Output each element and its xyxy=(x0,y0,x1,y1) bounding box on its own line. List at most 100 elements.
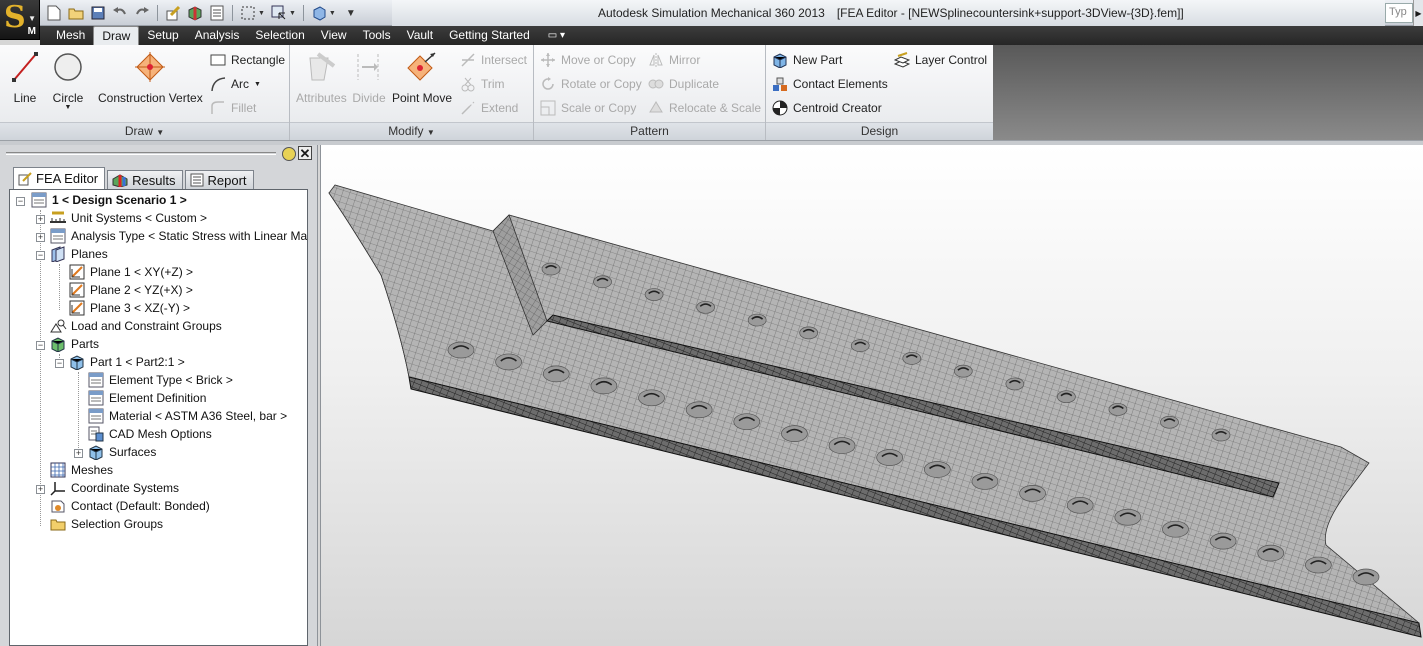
undo-icon[interactable] xyxy=(110,3,130,23)
scale-or-copy-button[interactable]: Scale or Copy xyxy=(540,99,636,117)
move-or-copy-label: Move or Copy xyxy=(561,53,636,67)
list-icon[interactable] xyxy=(207,3,227,23)
new-part-button[interactable]: New Part xyxy=(772,51,842,69)
expand-toggle[interactable]: + xyxy=(36,233,45,242)
tree-item-plane-3[interactable]: Plane 3 < XZ(-Y) > xyxy=(68,299,190,317)
tree-item-part-1[interactable]: Part 1 < Part2:1 > xyxy=(68,353,185,371)
tab-fea-editor[interactable]: FEA Editor xyxy=(13,167,106,189)
tree-item-surfaces[interactable]: Surfaces xyxy=(87,443,156,461)
ribbon: Line Circle ▼ Construction Vertex Rectan… xyxy=(0,45,993,140)
tree-item-contact[interactable]: Contact (Default: Bonded) xyxy=(49,497,210,515)
customize-toolbar-icon[interactable]: ▼ xyxy=(346,8,356,19)
divide-button[interactable]: Divide xyxy=(352,49,386,105)
materials-icon[interactable] xyxy=(185,3,205,23)
tree-item-design-scenario[interactable]: 1 < Design Scenario 1 > xyxy=(30,191,187,209)
search-input[interactable]: Typ xyxy=(1385,3,1413,23)
new-file-icon[interactable] xyxy=(44,3,64,23)
tree-item-unit-systems[interactable]: Unit Systems < Custom > xyxy=(49,209,207,227)
chevron-down-icon[interactable]: ▼ xyxy=(329,10,336,17)
tree-item-plane-1[interactable]: Plane 1 < XY(+Z) > xyxy=(68,263,193,281)
view-cube-icon[interactable] xyxy=(309,3,329,23)
tab-mesh[interactable]: Mesh xyxy=(48,26,93,45)
selection-box-icon[interactable] xyxy=(238,3,258,23)
expand-toggle[interactable]: + xyxy=(74,449,83,458)
pattern-panel-label: Pattern xyxy=(534,122,765,140)
tree-item-plane-2[interactable]: Plane 2 < YZ(+X) > xyxy=(68,281,193,299)
panel-grip[interactable] xyxy=(6,152,276,155)
tree-item-planes[interactable]: Planes xyxy=(49,245,108,263)
collapse-toggle[interactable]: − xyxy=(16,197,25,206)
redo-icon[interactable] xyxy=(132,3,152,23)
move-or-copy-button[interactable]: Move or Copy xyxy=(540,51,636,69)
draw-panel-label[interactable]: Draw ▼ xyxy=(0,122,289,140)
coordinate-system-icon xyxy=(49,480,67,496)
layer-control-button[interactable]: Layer Control xyxy=(894,51,987,69)
expand-toggle[interactable]: + xyxy=(36,485,45,494)
select-cursor-icon[interactable] xyxy=(269,3,289,23)
tree-item-element-definition[interactable]: Element Definition xyxy=(87,389,206,407)
tab-vault[interactable]: Vault xyxy=(399,26,441,45)
countersink-hole xyxy=(593,275,612,289)
attributes-button[interactable]: Attributes xyxy=(296,49,347,105)
analysis-type-icon xyxy=(49,228,67,244)
tree-item-meshes[interactable]: Meshes xyxy=(49,461,113,479)
expand-toggle[interactable]: + xyxy=(36,215,45,224)
new-part-label: New Part xyxy=(793,53,843,67)
construction-vertex-button[interactable]: Construction Vertex xyxy=(98,49,203,105)
tab-getting-started[interactable]: Getting Started xyxy=(441,26,538,45)
chevron-right-icon[interactable]: ▶ xyxy=(1413,0,1423,26)
tree-item-parts[interactable]: Parts xyxy=(49,335,99,353)
intersect-button[interactable]: Intersect xyxy=(460,51,527,69)
tab-report[interactable]: Report xyxy=(184,170,254,189)
chevron-down-icon: ▼ xyxy=(28,14,36,23)
meshed-part-model[interactable] xyxy=(321,145,1423,646)
tab-selection[interactable]: Selection xyxy=(247,26,312,45)
tab-view[interactable]: View xyxy=(313,26,355,45)
rotate-or-copy-button[interactable]: Rotate or Copy xyxy=(540,75,642,93)
tree-item-label: Parts xyxy=(71,337,100,351)
tree-item-label: Contact (Default: Bonded) xyxy=(71,499,210,513)
rectangle-button[interactable]: Rectangle xyxy=(210,51,285,69)
tab-setup[interactable]: Setup xyxy=(139,26,186,45)
extend-button[interactable]: Extend xyxy=(460,99,518,117)
close-icon[interactable]: ✕ xyxy=(298,146,312,160)
tree-item-cad-mesh-options[interactable]: CAD Mesh Options xyxy=(87,425,212,443)
pin-icon[interactable] xyxy=(282,147,296,161)
modify-panel-label[interactable]: Modify ▼ xyxy=(290,122,533,140)
collapse-toggle[interactable]: − xyxy=(36,251,45,260)
tab-analysis[interactable]: Analysis xyxy=(187,26,248,45)
collapse-toggle[interactable]: − xyxy=(36,341,45,350)
point-move-button[interactable]: Point Move xyxy=(392,49,452,105)
chevron-down-icon[interactable]: ▼ xyxy=(289,10,296,17)
line-button[interactable]: Line xyxy=(10,49,40,105)
fillet-button[interactable]: Fillet xyxy=(210,99,256,117)
tab-tools[interactable]: Tools xyxy=(355,26,399,45)
duplicate-button[interactable]: Duplicate xyxy=(648,75,719,93)
tab-results[interactable]: Results xyxy=(107,170,183,189)
mirror-button[interactable]: Mirror xyxy=(648,51,700,69)
tab-draw[interactable]: Draw xyxy=(93,26,140,45)
tree-item-selection-groups[interactable]: Selection Groups xyxy=(49,515,163,533)
tree-item-element-type[interactable]: Element Type < Brick > xyxy=(87,371,233,389)
application-menu-button[interactable]: S ▼ M xyxy=(0,0,40,40)
tree-item-load-groups[interactable]: Load and Constraint Groups xyxy=(49,317,222,335)
countersink-hole xyxy=(1019,485,1046,502)
ribbon-minimize-icon[interactable]: ▭ ▾ xyxy=(538,26,575,45)
save-icon[interactable] xyxy=(88,3,108,23)
open-folder-icon[interactable] xyxy=(66,3,86,23)
collapse-toggle[interactable]: − xyxy=(55,359,64,368)
graphics-viewport[interactable] xyxy=(320,145,1423,646)
tree-item-analysis-type[interactable]: Analysis Type < Static Stress with Linea… xyxy=(49,227,307,245)
countersink-hole xyxy=(541,262,561,276)
edit-icon[interactable] xyxy=(163,3,183,23)
chevron-down-icon[interactable]: ▼ xyxy=(258,10,265,17)
relocate-scale-button[interactable]: Relocate & Scale xyxy=(648,99,761,117)
contact-elements-button[interactable]: Contact Elements xyxy=(772,75,888,93)
relocate-scale-label: Relocate & Scale xyxy=(669,101,762,115)
tree-item-material[interactable]: Material < ASTM A36 Steel, bar > xyxy=(87,407,287,425)
circle-button[interactable]: Circle ▼ xyxy=(52,49,84,111)
centroid-creator-button[interactable]: Centroid Creator xyxy=(772,99,882,117)
trim-button[interactable]: Trim xyxy=(460,75,505,93)
tree-item-coordinate-systems[interactable]: Coordinate Systems xyxy=(49,479,179,497)
arc-button[interactable]: Arc ▼ xyxy=(210,75,261,93)
